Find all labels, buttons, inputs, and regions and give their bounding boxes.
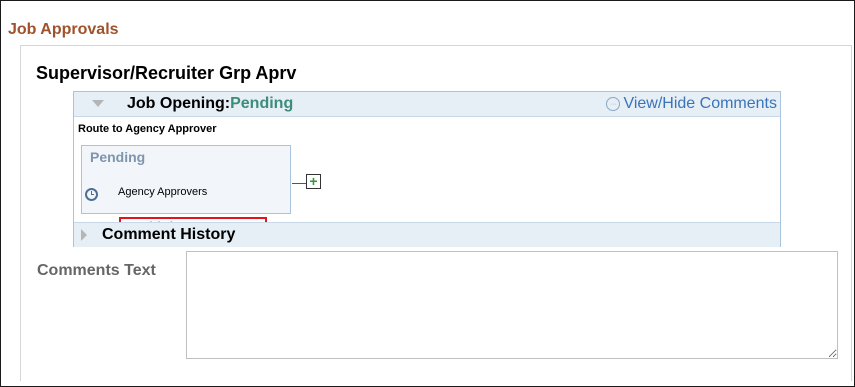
section-title: Job Approvals [8,21,119,38]
job-opening-header[interactable]: Job Opening:Pending ··· View/Hide Commen… [74,92,780,117]
view-hide-comments-label: View/Hide Comments [623,95,777,112]
route-label: Route to Agency Approver [78,123,217,135]
comment-history-label: Comment History [102,226,236,243]
job-opening-text: Job Opening: [127,95,231,112]
approval-title: Supervisor/Recruiter Grp Aprv [36,63,297,83]
job-opening-label: Job Opening:Pending [127,95,293,113]
job-opening-status: Pending [230,95,294,112]
view-hide-comments-link[interactable]: ··· View/Hide Comments [606,95,777,113]
approval-step-box: Pending Multiple Approvers [81,145,291,241]
caret-right-icon[interactable] [81,229,87,241]
job-opening-panel: Job Opening:Pending ··· View/Hide Commen… [73,91,781,247]
clock-icon [85,188,98,201]
step-connector-line [292,183,306,184]
caret-down-icon[interactable] [92,100,104,107]
approver-group-label: Agency Approvers [118,186,208,198]
speech-bubble-icon: ··· [606,97,621,111]
comments-textarea[interactable] [186,251,838,359]
comments-text-label: Comments Text [37,262,156,279]
comment-history-header[interactable]: Comment History [74,222,780,247]
step-status: Pending [90,149,146,165]
plus-icon[interactable]: + [306,174,321,189]
